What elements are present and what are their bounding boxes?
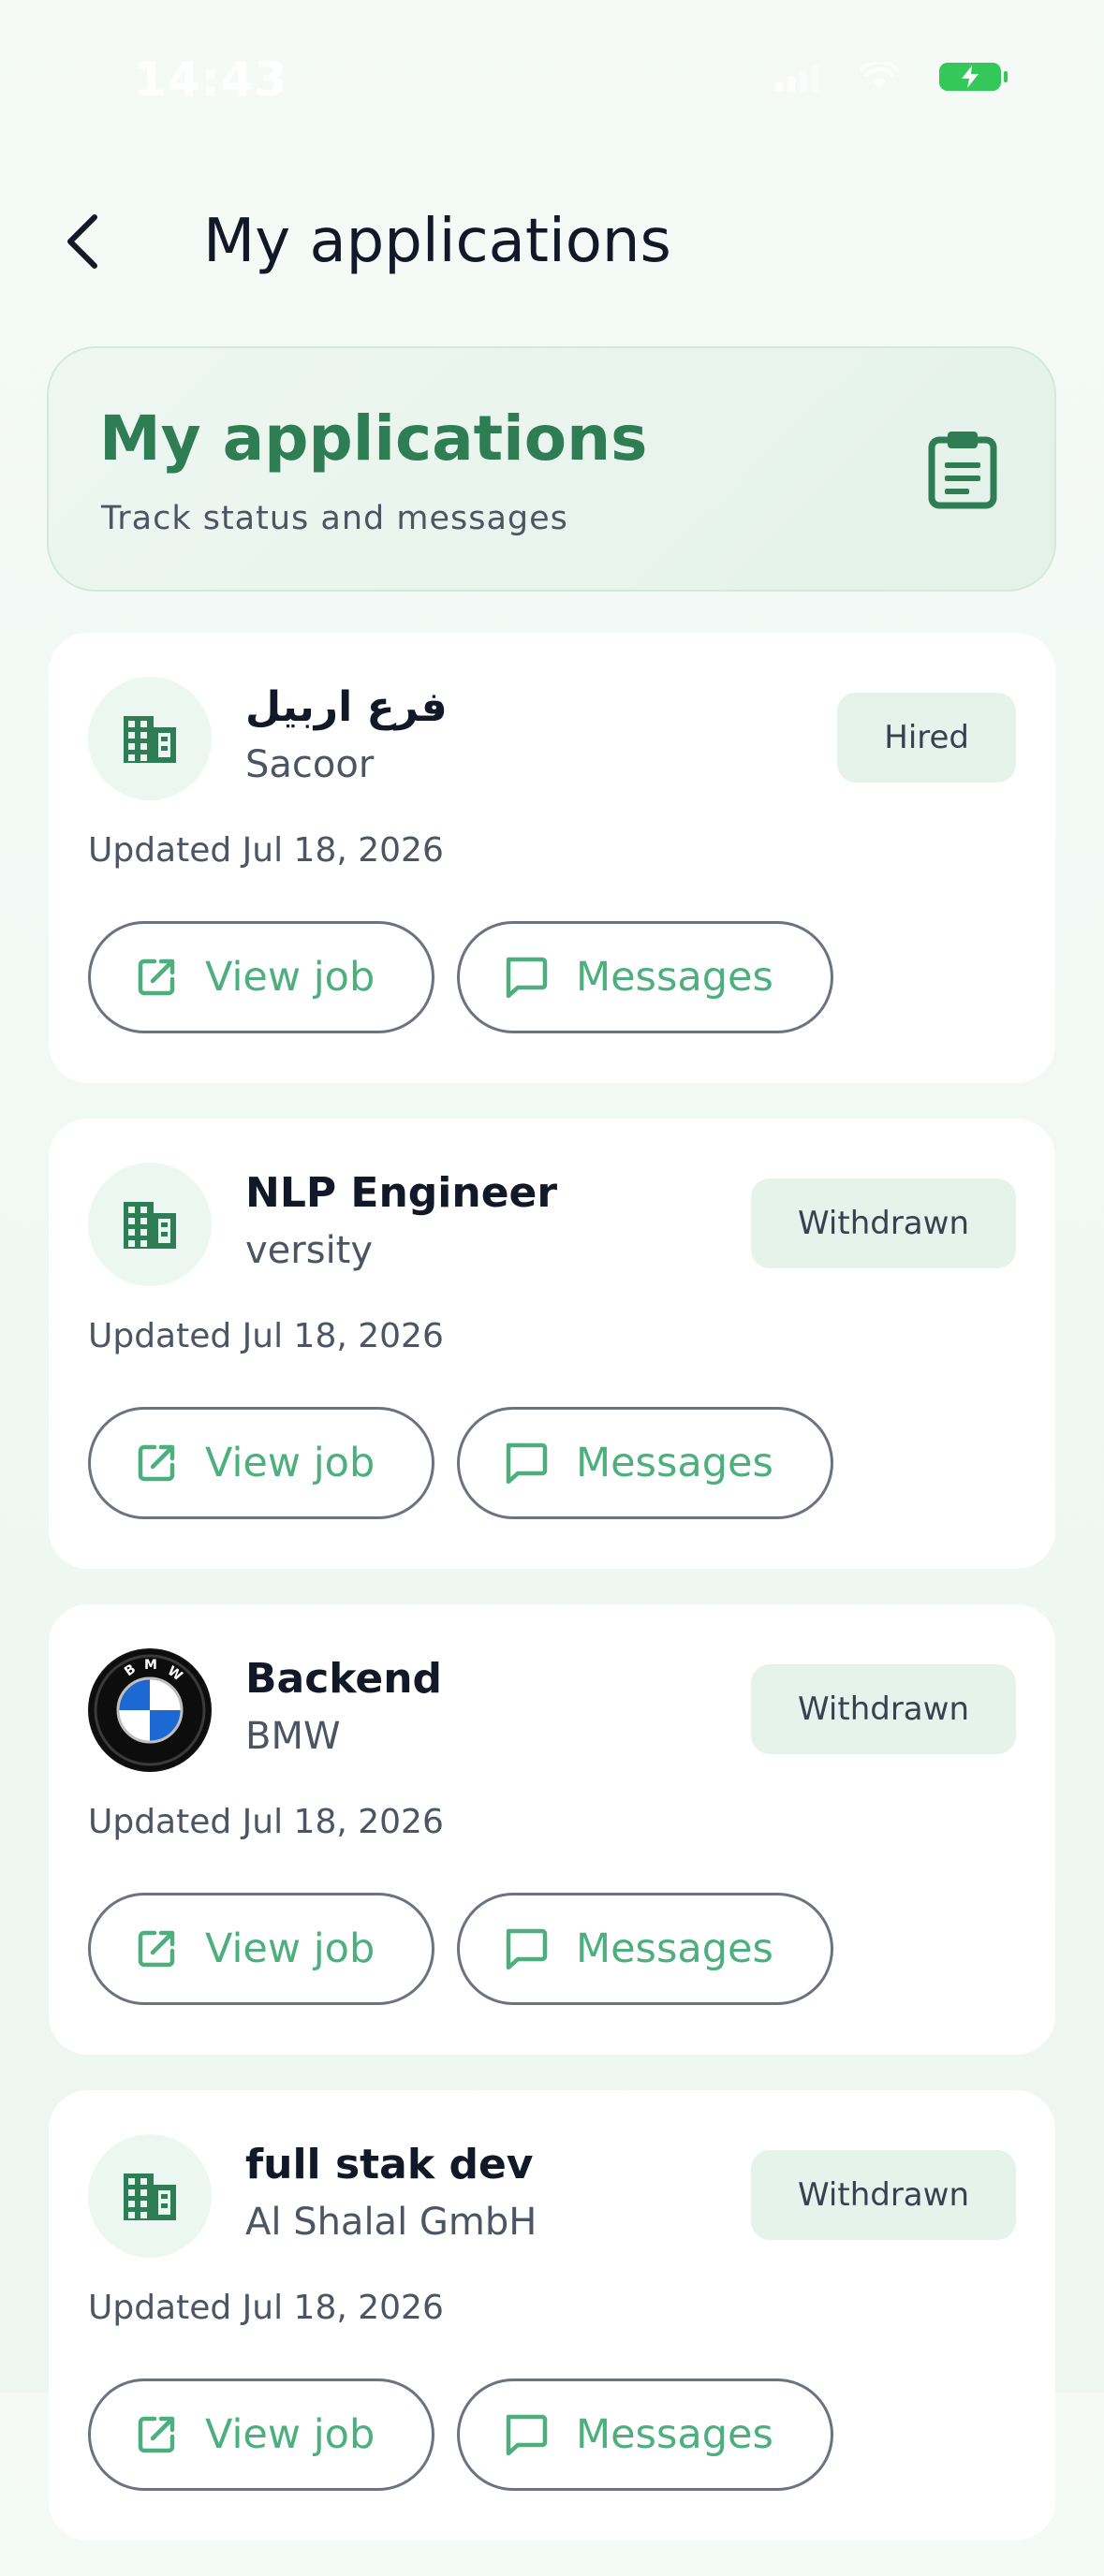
- chevron-left-icon: [67, 214, 97, 269]
- messages-button[interactable]: Messages: [457, 2378, 833, 2491]
- company-avatar: [88, 1163, 212, 1286]
- back-button[interactable]: [49, 209, 114, 274]
- view-job-button[interactable]: View job: [88, 1893, 434, 2005]
- job-title: Backend: [245, 1655, 443, 1703]
- company-name: BMW: [245, 1715, 341, 1758]
- svg-text:M: M: [144, 1658, 157, 1673]
- job-title: فرع اربيل: [245, 683, 448, 731]
- building-icon: [124, 716, 176, 763]
- external-link-icon: [138, 1930, 175, 1968]
- building-icon: [124, 2174, 176, 2220]
- wifi-icon: [861, 63, 898, 89]
- message-icon: [506, 2414, 548, 2456]
- updated-date: Updated Jul 18, 2026: [88, 831, 444, 870]
- applications-list: فرع اربيل Sacoor Hired Updated Jul 18, 2…: [49, 633, 1055, 2576]
- application-card[interactable]: فرع اربيل Sacoor Hired Updated Jul 18, 2…: [49, 633, 1055, 1083]
- building-icon: [124, 1202, 176, 1249]
- external-link-icon: [138, 959, 175, 996]
- view-job-label: View job: [205, 954, 375, 1001]
- hero-title: My applications: [99, 402, 648, 475]
- bmw-logo: B M W: [90, 1650, 210, 1770]
- job-title: full stak dev: [245, 2141, 534, 2188]
- company-avatar: [88, 677, 212, 800]
- status-bar: 14:43: [0, 0, 1104, 159]
- messages-label: Messages: [576, 1925, 773, 1972]
- message-icon: [506, 1442, 548, 1485]
- updated-date: Updated Jul 18, 2026: [88, 1317, 444, 1355]
- updated-date: Updated Jul 18, 2026: [88, 2289, 444, 2327]
- page-title: My applications: [203, 207, 671, 276]
- messages-button[interactable]: Messages: [457, 921, 833, 1033]
- status-icons: [775, 62, 1008, 92]
- status-badge: Withdrawn: [751, 1664, 1016, 1754]
- view-job-label: View job: [205, 1440, 375, 1486]
- view-job-label: View job: [205, 1925, 375, 1972]
- message-icon: [506, 1928, 548, 1970]
- view-job-label: View job: [205, 2411, 375, 2458]
- job-title: NLP Engineer: [245, 1169, 558, 1217]
- company-name: versity: [245, 1229, 374, 1272]
- hero-card: My applications Track status and message…: [47, 346, 1056, 592]
- view-job-button[interactable]: View job: [88, 1407, 434, 1519]
- updated-date: Updated Jul 18, 2026: [88, 1803, 444, 1841]
- hero-subtitle: Track status and messages: [101, 500, 568, 537]
- company-avatar: [88, 2134, 212, 2258]
- messages-label: Messages: [576, 1440, 773, 1486]
- application-card[interactable]: B M W Backend BMW Withdrawn Updated Jul …: [49, 1604, 1055, 2055]
- application-card[interactable]: NLP Engineer versity Withdrawn Updated J…: [49, 1119, 1055, 1569]
- app-header: My applications: [0, 183, 1104, 304]
- clipboard-icon: [928, 432, 997, 509]
- messages-button[interactable]: Messages: [457, 1407, 833, 1519]
- message-icon: [506, 957, 548, 999]
- status-time: 14:43: [134, 52, 288, 107]
- messages-label: Messages: [576, 954, 773, 1001]
- messages-label: Messages: [576, 2411, 773, 2458]
- external-link-icon: [138, 2416, 175, 2453]
- signal-icon: [775, 62, 819, 92]
- status-badge: Hired: [837, 693, 1016, 783]
- messages-button[interactable]: Messages: [457, 1893, 833, 2005]
- status-badge: Withdrawn: [751, 2150, 1016, 2240]
- company-avatar: B M W: [88, 1648, 212, 1772]
- view-job-button[interactable]: View job: [88, 2378, 434, 2491]
- battery-icon: [939, 63, 1008, 91]
- status-badge: Withdrawn: [751, 1178, 1016, 1268]
- view-job-button[interactable]: View job: [88, 921, 434, 1033]
- company-name: Sacoor: [245, 743, 375, 786]
- application-card[interactable]: full stak dev Al Shalal GmbH Withdrawn U…: [49, 2090, 1055, 2540]
- company-name: Al Shalal GmbH: [245, 2201, 537, 2244]
- external-link-icon: [138, 1444, 175, 1482]
